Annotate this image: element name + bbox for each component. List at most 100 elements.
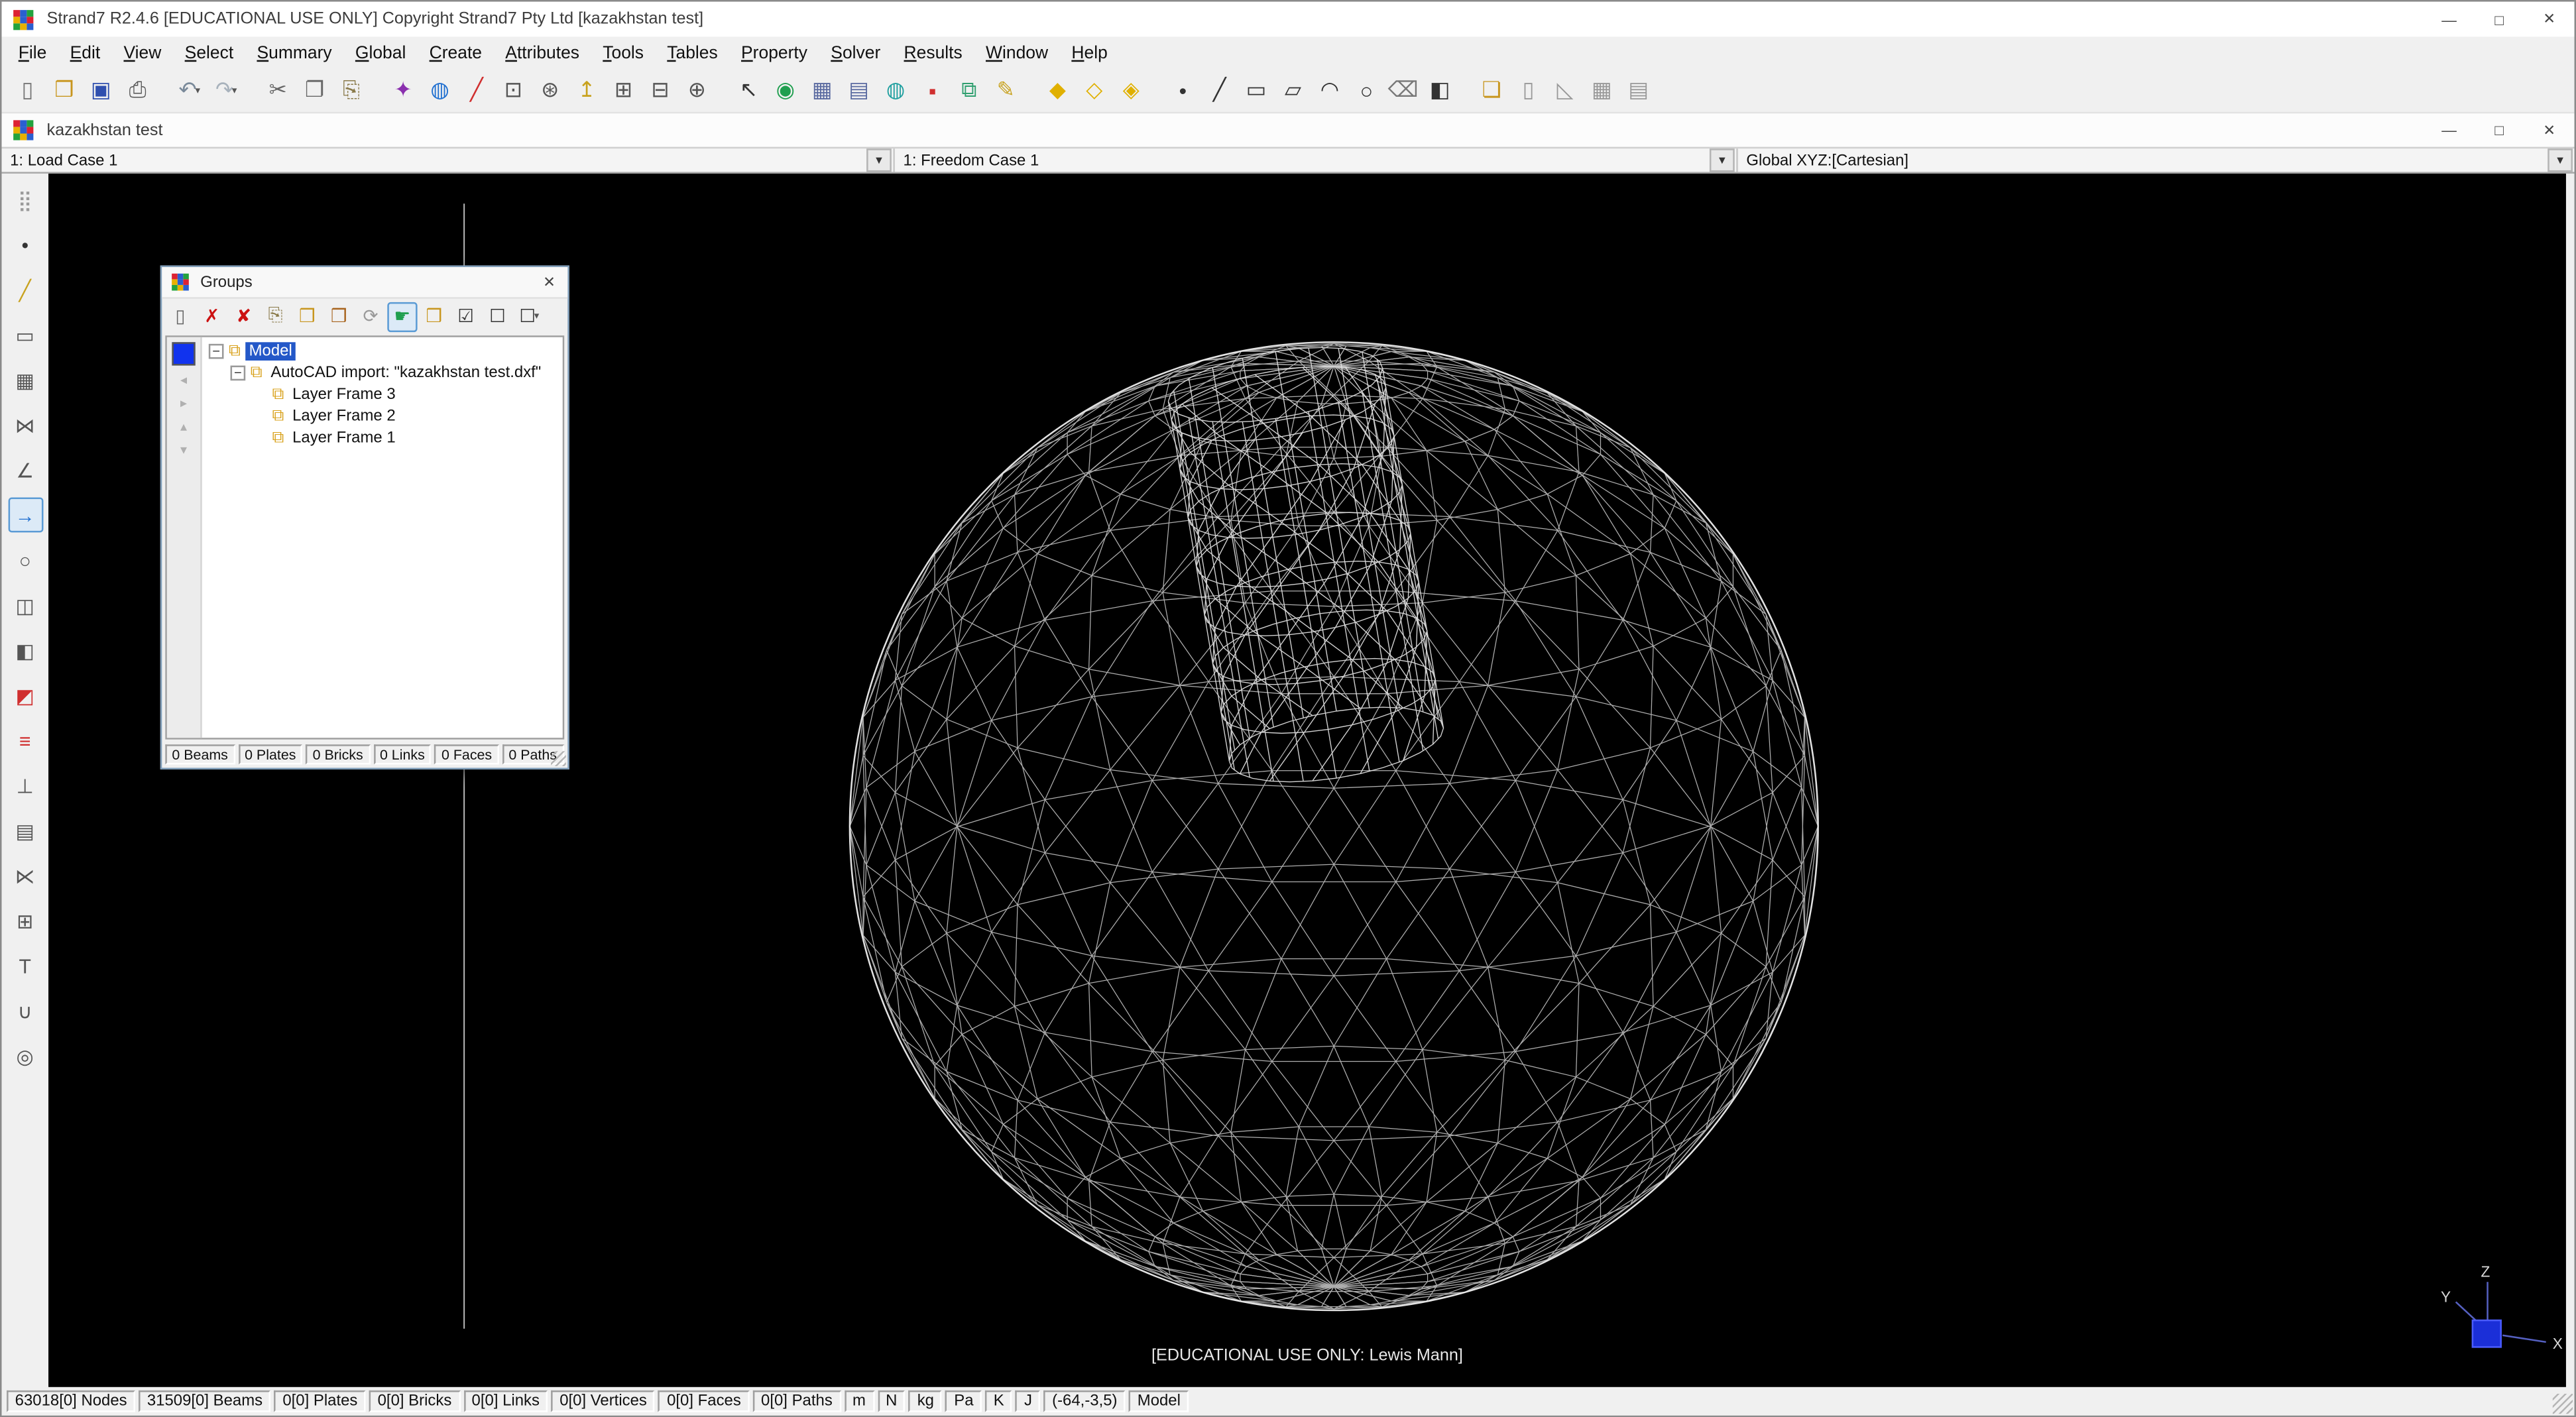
rename-group-icon[interactable]: ✘ bbox=[229, 302, 259, 331]
draw-arc-icon[interactable]: ◠ bbox=[1313, 73, 1348, 108]
close-button[interactable]: ✕ bbox=[2524, 2, 2575, 37]
cylinder-tool-icon[interactable]: ◫ bbox=[7, 588, 42, 623]
paste-icon[interactable]: ⎘ bbox=[334, 73, 369, 108]
minimize-button[interactable]: — bbox=[2424, 2, 2475, 37]
zoom-dynamic-icon[interactable]: ⊛ bbox=[532, 73, 567, 108]
copy-group-icon[interactable]: ⎘ bbox=[261, 302, 290, 331]
cut-icon[interactable]: ✂ bbox=[261, 73, 296, 108]
menu-help[interactable]: Help bbox=[1060, 39, 1120, 66]
group-tree-item[interactable]: −⧉AutoCAD import: "kazakhstan test.dxf" bbox=[205, 363, 563, 384]
uncheck-all-icon[interactable]: ☐ bbox=[483, 302, 512, 331]
redo-dropdown-icon[interactable]: ▾ bbox=[232, 84, 237, 96]
menu-tables[interactable]: Tables bbox=[656, 39, 730, 66]
menu-file[interactable]: File bbox=[7, 39, 58, 66]
open-file-icon[interactable]: ❒ bbox=[47, 73, 82, 108]
mesh-refine-icon[interactable]: ▦ bbox=[805, 73, 840, 108]
group-tree-item[interactable]: ⧉Layer Frame 3 bbox=[205, 384, 563, 406]
menu-property[interactable]: Property bbox=[729, 39, 819, 66]
zoom-window-icon[interactable]: ⊡ bbox=[496, 73, 531, 108]
node-display-icon[interactable]: ◆ bbox=[1040, 73, 1075, 108]
create-element-icon[interactable]: ╱ bbox=[459, 73, 495, 108]
check-options-dropdown-icon[interactable]: ▾ bbox=[534, 310, 540, 322]
group-tree-item[interactable]: ⧉Layer Frame 2 bbox=[205, 406, 563, 427]
groups-titlebar[interactable]: Groups ✕ bbox=[162, 267, 567, 299]
draw-line-icon[interactable]: ╱ bbox=[1202, 73, 1237, 108]
beam-tool-icon[interactable]: ╱ bbox=[7, 272, 42, 308]
selection-grid-icon[interactable]: ⣿ bbox=[7, 182, 42, 217]
brick-tool-icon[interactable]: ▦ bbox=[7, 363, 42, 398]
mirror-tool-icon[interactable]: ◧ bbox=[7, 633, 42, 668]
zoom-all-icon[interactable]: ⊕ bbox=[679, 73, 715, 108]
child-close-button[interactable]: ✕ bbox=[2524, 113, 2575, 146]
new-group-icon[interactable]: ▯ bbox=[165, 302, 195, 331]
draw-circle-icon[interactable]: ○ bbox=[1349, 73, 1384, 108]
child-window-titlebar[interactable]: kazakhstan test — □ ✕ bbox=[2, 112, 2575, 147]
redo-icon[interactable]: ↷▾ bbox=[209, 73, 244, 108]
group-move-up-icon[interactable]: ▴ bbox=[180, 419, 187, 435]
menu-results[interactable]: Results bbox=[892, 39, 974, 66]
group-tree-item[interactable]: −⧉Model bbox=[205, 341, 563, 363]
freedom-case-dropdown-icon[interactable]: ▼ bbox=[1710, 148, 1735, 172]
print-icon[interactable]: ⎙ bbox=[120, 73, 155, 108]
eraser-icon[interactable]: ⌫ bbox=[1385, 73, 1421, 108]
link-tool-icon[interactable]: ⋈ bbox=[7, 408, 42, 443]
menu-tools[interactable]: Tools bbox=[591, 39, 656, 66]
section-tool-icon[interactable]: T bbox=[7, 948, 42, 984]
model-canvas[interactable]: ZYX [EDUCATIONAL USE ONLY: Lewis Mann] G… bbox=[48, 174, 2566, 1387]
copy-icon[interactable]: ❐ bbox=[297, 73, 332, 108]
drag-mode-icon[interactable]: ☛ bbox=[387, 302, 417, 331]
move-tool-icon[interactable]: → bbox=[7, 498, 42, 533]
globe-display-icon[interactable]: ◍ bbox=[878, 73, 913, 108]
entity-toggles-icon[interactable]: ✦ bbox=[386, 73, 421, 108]
new-file-icon[interactable]: ▯ bbox=[10, 73, 45, 108]
coordinate-system-dropdown-icon[interactable]: ▼ bbox=[2547, 148, 2573, 172]
menu-global[interactable]: Global bbox=[343, 39, 418, 66]
extrude-tool-icon[interactable]: ⊞ bbox=[7, 903, 42, 938]
layers-icon[interactable]: ⧉ bbox=[952, 73, 987, 108]
restraint-tool-icon[interactable]: ⊥ bbox=[7, 768, 42, 803]
undo-icon[interactable]: ↶▾ bbox=[172, 73, 207, 108]
zoom-out-icon[interactable]: ⊟ bbox=[643, 73, 678, 108]
beam-display-icon[interactable]: ◇ bbox=[1077, 73, 1112, 108]
menu-window[interactable]: Window bbox=[974, 39, 1059, 66]
menu-summary[interactable]: Summary bbox=[245, 39, 343, 66]
fill-icon[interactable]: ◧ bbox=[1423, 73, 1458, 108]
torus-tool-icon[interactable]: ◎ bbox=[7, 1039, 42, 1074]
window-resize-grip[interactable] bbox=[2553, 1394, 2573, 1414]
group-color-swatch[interactable] bbox=[172, 342, 195, 365]
menu-select[interactable]: Select bbox=[173, 39, 245, 66]
coordinate-system-combo[interactable]: Global XYZ:[Cartesian] ▼ bbox=[1738, 148, 2575, 172]
draw-polygon-icon[interactable]: ▱ bbox=[1275, 73, 1311, 108]
menu-view[interactable]: View bbox=[112, 39, 173, 66]
grid-icon[interactable]: ▤ bbox=[841, 73, 876, 108]
web-globe-icon[interactable]: ◍ bbox=[422, 73, 457, 108]
group-move-down-icon[interactable]: ▾ bbox=[180, 442, 187, 459]
attribute-brush-icon[interactable]: ◩ bbox=[7, 678, 42, 713]
plate-display-icon[interactable]: ◈ bbox=[1114, 73, 1149, 108]
report-icon[interactable]: ▯ bbox=[1511, 73, 1546, 108]
sweep-tool-icon[interactable]: ∪ bbox=[7, 993, 42, 1029]
attribute-list-icon[interactable]: ≡ bbox=[7, 723, 42, 758]
child-maximize-button[interactable]: □ bbox=[2474, 113, 2524, 146]
groups-close-button[interactable]: ✕ bbox=[536, 270, 562, 295]
check-all-icon[interactable]: ☑ bbox=[451, 302, 481, 331]
menu-attributes[interactable]: Attributes bbox=[494, 39, 591, 66]
freedom-case-combo[interactable]: 1: Freedom Case 1 ▼ bbox=[895, 148, 1738, 172]
tree-expand-icon[interactable]: − bbox=[231, 366, 246, 381]
save-file-icon[interactable]: ▣ bbox=[84, 73, 119, 108]
flag-icon[interactable]: ▪ bbox=[915, 73, 950, 108]
group-move-left-icon[interactable]: ◂ bbox=[180, 372, 187, 389]
menu-edit[interactable]: Edit bbox=[58, 39, 112, 66]
tree-expand-icon[interactable]: − bbox=[209, 344, 224, 359]
groups-resize-grip[interactable] bbox=[551, 751, 566, 766]
view-previous-icon[interactable]: ↥ bbox=[569, 73, 605, 108]
pencil-icon[interactable]: ✎ bbox=[988, 73, 1024, 108]
delete-group-icon[interactable]: ✗ bbox=[197, 302, 227, 331]
pointer-icon[interactable]: ↖ bbox=[731, 73, 766, 108]
draw-point-icon[interactable]: • bbox=[1165, 73, 1200, 108]
check-options-icon[interactable]: ☐▾ bbox=[514, 302, 544, 331]
table-icon[interactable]: ▤ bbox=[1621, 73, 1656, 108]
draw-rect-icon[interactable]: ▭ bbox=[1239, 73, 1274, 108]
grid-plane-icon[interactable]: ▤ bbox=[7, 813, 42, 848]
capture-icon[interactable]: ❏ bbox=[1474, 73, 1509, 108]
